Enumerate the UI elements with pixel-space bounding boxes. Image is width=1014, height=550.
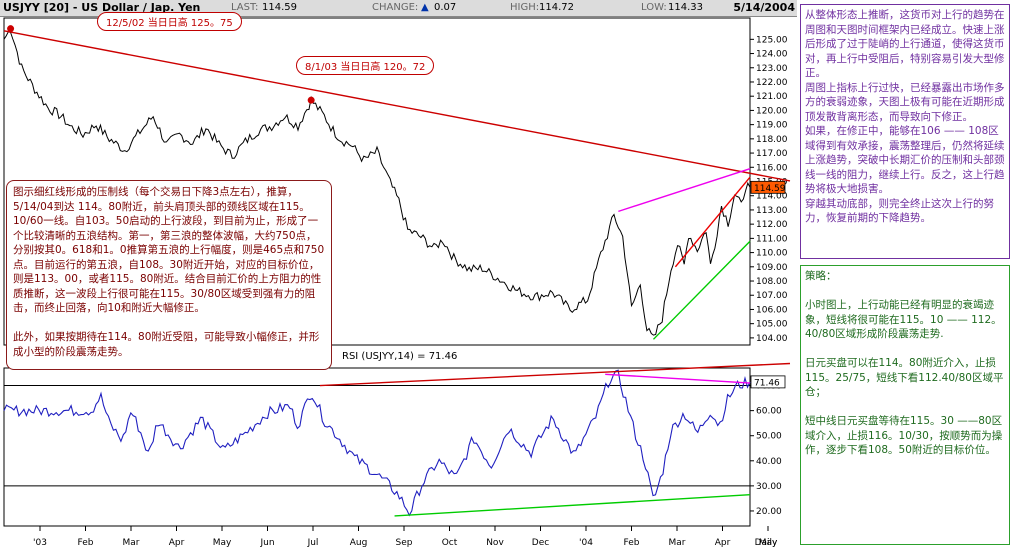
rsi-last-value-label: 71.46 [754, 378, 780, 388]
price-y-tick-label: 113.00 [756, 206, 788, 216]
price-y-tick-label: 104.00 [756, 334, 788, 344]
x-tick-label: Apr [715, 538, 731, 548]
header-date: 5/14/2004 [733, 1, 795, 14]
x-tick-label: Feb [78, 538, 94, 548]
x-tick-label: Mar [123, 538, 140, 548]
price-y-tick-label: 107.00 [756, 291, 788, 301]
change-label: CHANGE: [372, 2, 419, 13]
strategy-note: 策略： 小时图上，上行动能已经有明显的衰竭迹象，短线将很可能在115。10 ——… [800, 265, 1010, 545]
rsi-y-tick-label: 60.00 [756, 407, 782, 417]
price-y-tick-label: 120.00 [756, 106, 788, 116]
chart-root: 104.00 105.00 106.00 107.00 108.00 109.00 110.… [0, 0, 1014, 550]
high-value: 114.72 [539, 2, 574, 13]
x-tick-label: Oct [442, 538, 458, 548]
low-value: 114.33 [668, 2, 703, 13]
price-y-tick-label: 105.00 [756, 320, 788, 330]
x-tick-label: Nov [486, 538, 504, 548]
change-arrow-icon: ▲ [421, 2, 429, 13]
x-tick-label: Apr [169, 538, 185, 548]
x-tick-label: Dec [532, 538, 549, 548]
rsi-y-tick-label: 40.00 [756, 457, 782, 467]
x-tick-label: Jul [307, 538, 319, 548]
change-value: 0.07 [434, 2, 457, 13]
high-label: HIGH: [510, 2, 540, 13]
price-y-tick-label: 124.00 [756, 50, 788, 60]
price-y-tick-label: 117.00 [756, 149, 788, 159]
trend-note: 从整体形态上推断，这货币对上行的趋势在周图和天图时间框架内已经成立。快速上涨后形… [800, 4, 1010, 259]
x-tick-label: Daily [755, 538, 778, 548]
price-y-tick-label: 112.00 [756, 220, 788, 230]
price-y-tick-label: 122.00 [756, 78, 788, 88]
price-last-value-label: 114.59 [754, 184, 786, 194]
x-tick-label: Jun [259, 538, 274, 548]
x-tick-label: Feb [624, 538, 640, 548]
price-y-tick-label: 108.00 [756, 277, 788, 287]
price-y-tick-label: 125.00 [756, 35, 788, 45]
price-y-tick-label: 106.00 [756, 305, 788, 315]
price-y-tick-label: 121.00 [756, 92, 788, 102]
price-y-tick-label: 118.00 [756, 135, 788, 145]
peak-annotation-2: 8/1/03 当日日高 120。72 [296, 56, 435, 75]
last-value: 114.59 [262, 2, 297, 13]
x-tick-label: '03 [33, 538, 47, 548]
rsi-y-tick-label: 30.00 [756, 482, 782, 492]
price-y-tick-label: 110.00 [756, 249, 788, 259]
price-y-tick-label: 116.00 [756, 163, 788, 173]
peak-annotation-1: 12/5/02 当日日高 125。75 [97, 12, 242, 31]
low-label: LOW: [641, 2, 667, 13]
price-y-tick-label: 123.00 [756, 64, 788, 74]
price-y-tick-label: 119.00 [756, 121, 788, 131]
rsi-y-tick-label: 20.00 [756, 507, 782, 517]
rsi-label: RSI (USJYY,14) = 71.46 [340, 351, 460, 362]
price-y-tick-label: 111.00 [756, 234, 788, 244]
x-tick-label: '04 [579, 538, 593, 548]
x-tick-label: Aug [350, 538, 368, 548]
last-label: LAST: [231, 2, 259, 13]
x-tick-label: May [213, 538, 232, 548]
analysis-note: 图示细红线形成的压制线（每个交易日下降3点左右），推算，5/14/04到达 11… [6, 180, 332, 370]
price-y-tick-label: 109.00 [756, 263, 788, 273]
peak-marker-1 [7, 25, 15, 33]
rsi-plot-frame [3, 367, 751, 527]
x-tick-label: Mar [669, 538, 686, 548]
rsi-y-tick-label: 50.00 [756, 432, 782, 442]
x-tick-label: Sep [396, 538, 413, 548]
peak-marker-2 [307, 96, 315, 104]
